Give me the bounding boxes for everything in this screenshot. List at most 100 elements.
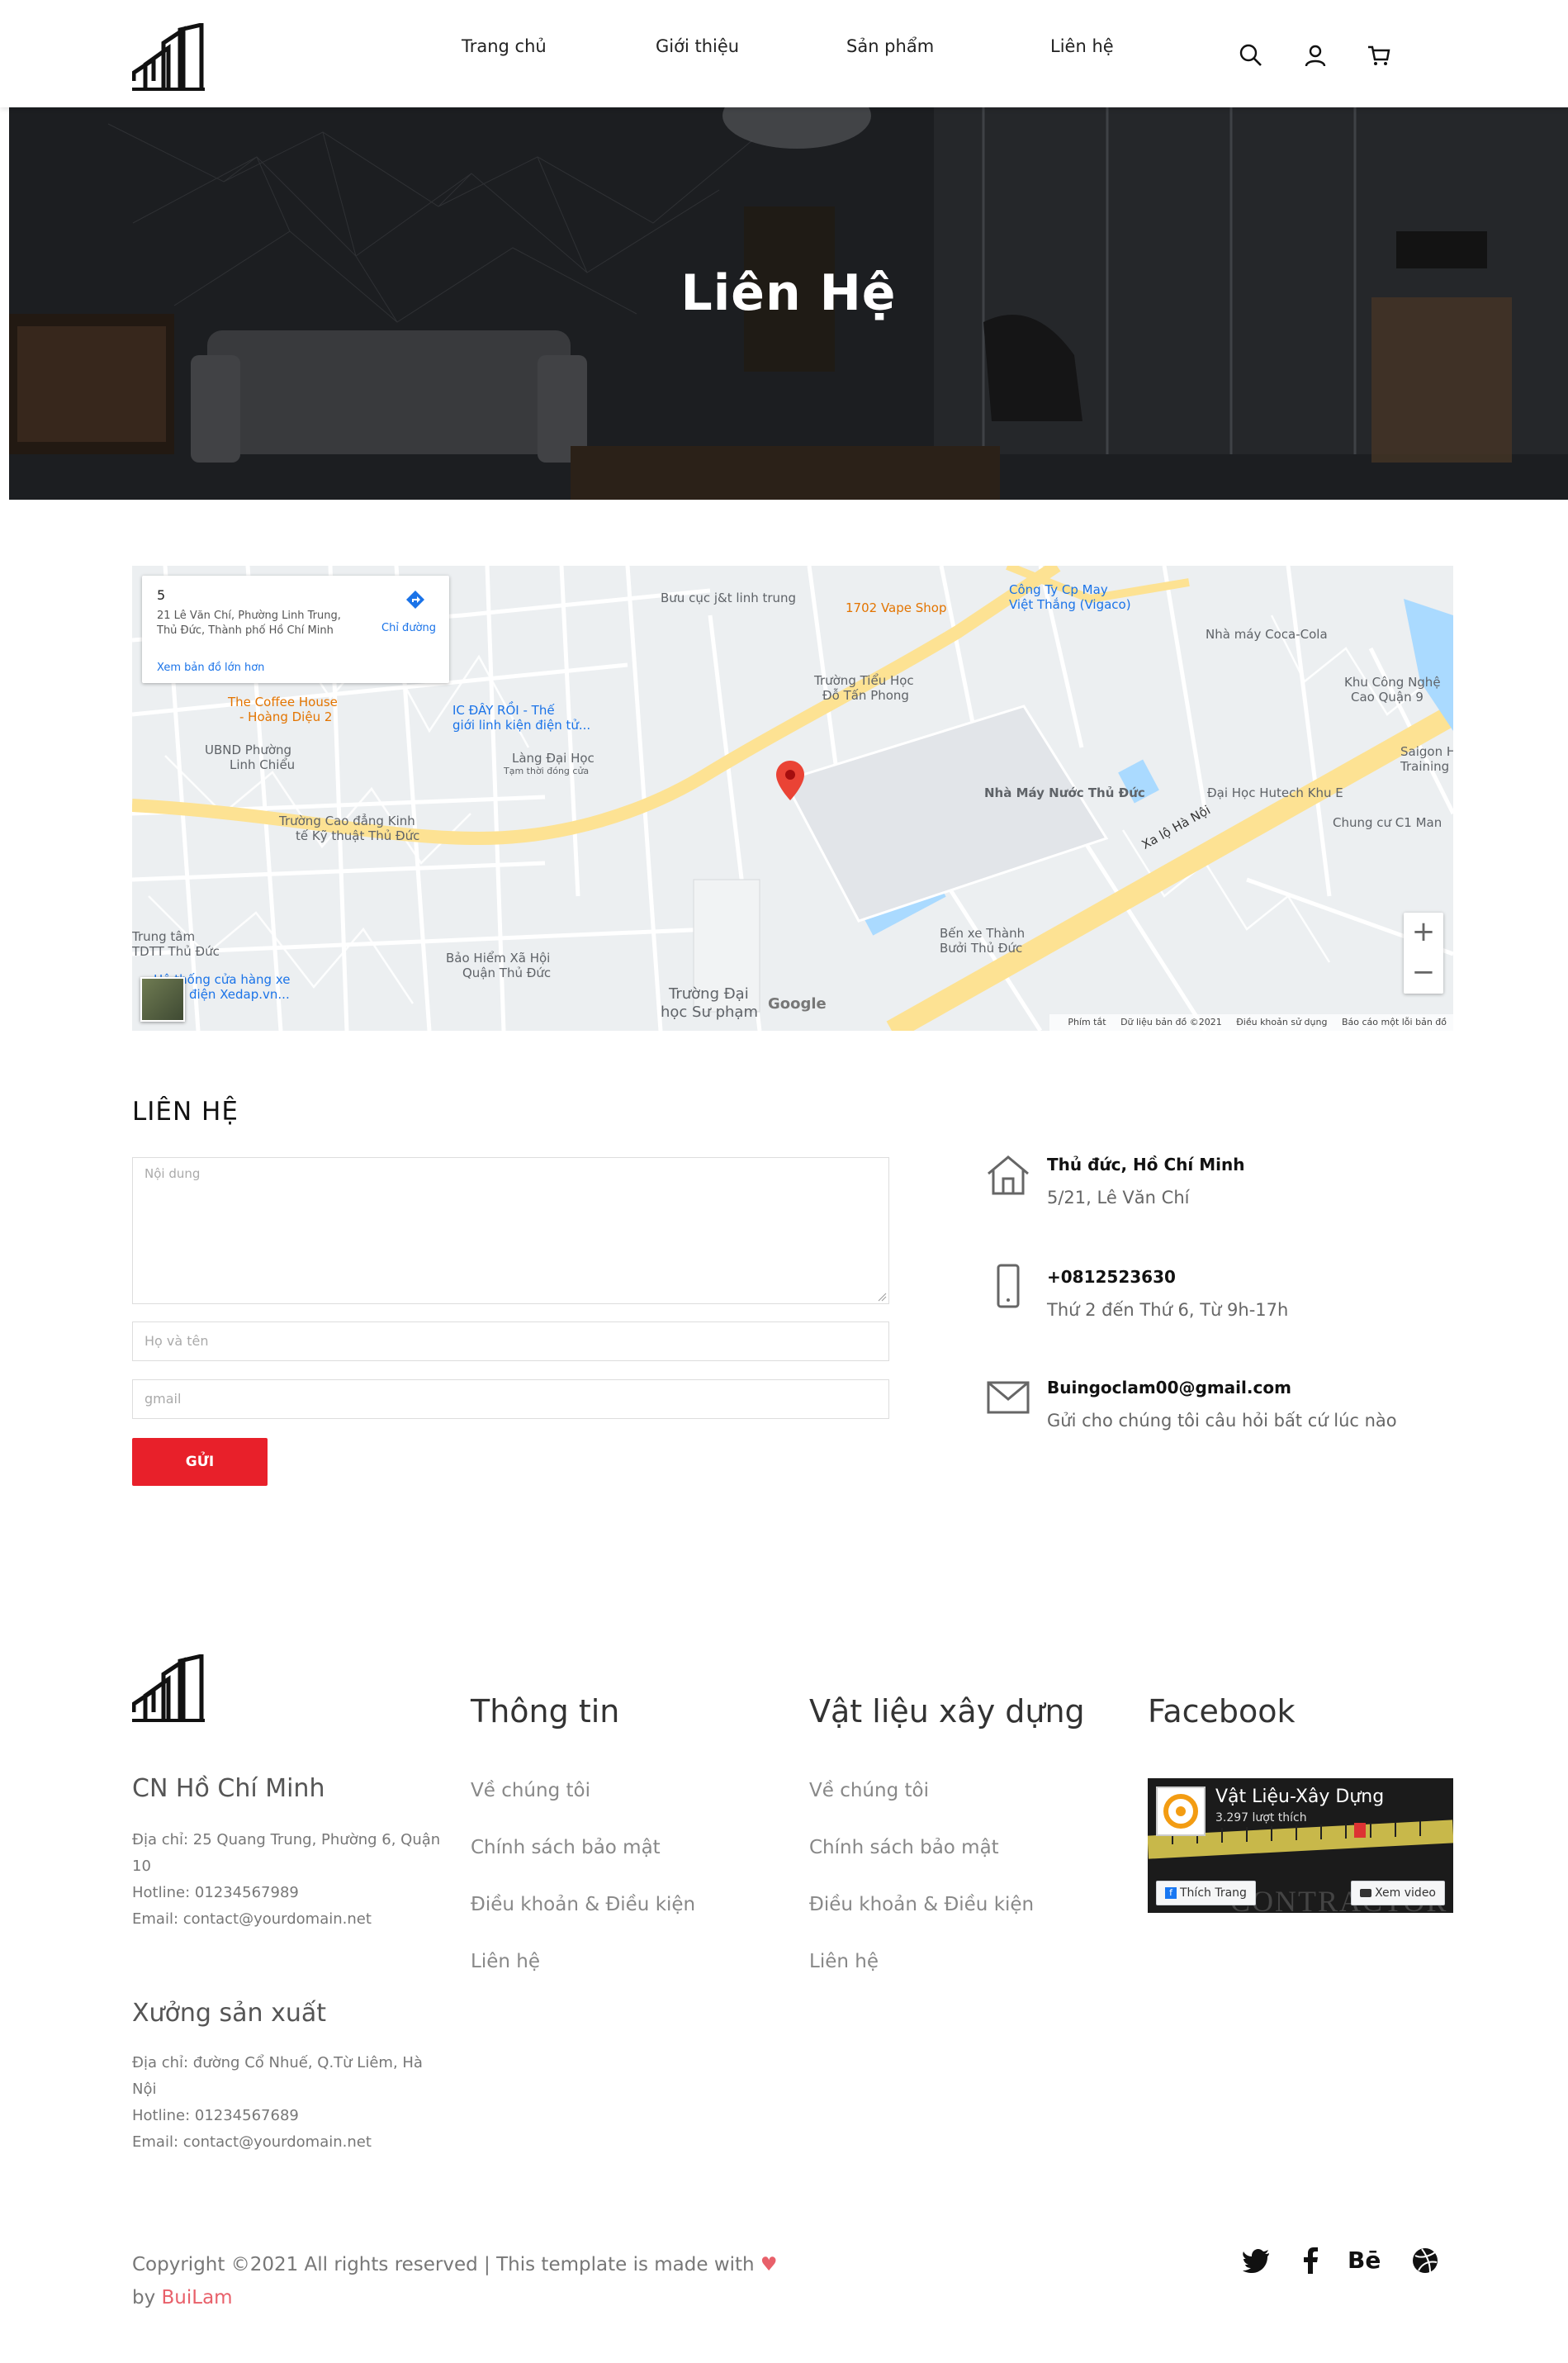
map-label: The Coffee House: [228, 695, 338, 709]
facebook-icon: f: [1165, 1887, 1177, 1899]
map-place-card: 5 21 Lê Văn Chí, Phường Linh Trung, Thủ …: [142, 576, 449, 683]
factory-email: Email: contact@yourdomain.net: [132, 2133, 372, 2151]
name-placeholder: Họ và tên: [144, 1333, 209, 1349]
map-label: IC ĐÂY RỒI - Thế: [452, 703, 555, 718]
map-label: Bưu cục j&t linh trung: [661, 591, 797, 605]
map-label: Nhà máy Coca-Cola: [1206, 627, 1328, 642]
dribbble-icon[interactable]: [1410, 2246, 1440, 2275]
branch-hcm-hotline: Hotline: 01234567989: [132, 1884, 299, 1901]
map-label: Tạm thời đóng cửa: [504, 766, 590, 776]
footer-logo-icon[interactable]: [132, 1654, 205, 1722]
map-label: Khu Công Nghệ: [1344, 675, 1441, 690]
phone-number[interactable]: +0812523630: [1047, 1267, 1176, 1287]
map-label: Trường Tiểu Học: [814, 673, 914, 688]
email-placeholder: gmail: [144, 1391, 182, 1407]
fb-watch-video-button[interactable]: Xem video: [1351, 1881, 1445, 1905]
nav-products[interactable]: Sản phẩm: [846, 36, 934, 56]
footer-link[interactable]: Chính sách bảo mật: [809, 1837, 999, 1858]
site-header: Trang chủ Giới thiệu Sản phẩm Liên hệ: [0, 0, 1568, 107]
copyright: Copyright ©2021 All rights reserved | Th…: [132, 2248, 826, 2314]
report-error-link[interactable]: Báo cáo một lỗi bản đồ: [1342, 1017, 1447, 1027]
factory-hotline: Hotline: 01234567689: [132, 2107, 299, 2124]
satellite-toggle[interactable]: [140, 977, 185, 1022]
fb-like-label: Thích Trang: [1180, 1886, 1247, 1900]
cart-icon[interactable]: [1367, 43, 1391, 68]
heart-icon: ♥: [760, 2254, 778, 2275]
nav-contact[interactable]: Liên hệ: [1050, 36, 1114, 56]
phone-icon: [997, 1264, 1020, 1308]
footer-link[interactable]: Liên hệ: [809, 1951, 879, 1972]
user-icon[interactable]: [1303, 43, 1328, 68]
email-note: Gửi cho chúng tôi câu hỏi bất cứ lúc nào: [1047, 1411, 1397, 1431]
map-zoom-control: + −: [1404, 913, 1443, 994]
footer-link[interactable]: Về chúng tôi: [471, 1780, 590, 1801]
facebook-page-widget[interactable]: CONTRACTOR Vật Liệu-Xây Dựng 3.297 lượt …: [1148, 1778, 1453, 1913]
branch-hcm-address: Địa chỉ: 25 Quang Trung, Phường 6, Quận …: [132, 1831, 441, 1875]
map-label: Chung cư C1 Man: [1333, 815, 1442, 830]
map-label: Việt Thắng (Vigaco): [1009, 597, 1131, 612]
name-input[interactable]: Họ và tên: [132, 1321, 889, 1361]
map-label: Trường Đại: [669, 985, 749, 1003]
map-label: Đỗ Tấn Phong: [822, 688, 909, 703]
view-larger-map-link[interactable]: Xem bản đồ lớn hơn: [157, 662, 264, 674]
map-label: Bến xe Thành: [940, 926, 1026, 941]
branch-hcm-email: Email: contact@yourdomain.net: [132, 1910, 372, 1928]
map-label: giới linh kiện điện tử...: [452, 718, 591, 733]
terms-link[interactable]: Điều khoản sử dụng: [1236, 1017, 1327, 1027]
map-label: Saigon H: [1400, 744, 1453, 759]
directions-icon[interactable]: [405, 589, 426, 610]
branch-hcm-title: CN Hồ Chí Minh: [132, 1774, 325, 1803]
factory-address: Địa chỉ: đường Cổ Nhuế, Q.Từ Liêm, Hà Nộ…: [132, 2054, 423, 2098]
logo-icon[interactable]: [132, 23, 205, 91]
map-label: Nhà Máy Nước Thủ Đức: [984, 785, 1145, 800]
email-address[interactable]: Buingoclam00@gmail.com: [1047, 1378, 1291, 1397]
twitter-icon[interactable]: [1243, 2246, 1272, 2275]
zoom-out-button[interactable]: −: [1404, 953, 1443, 994]
resize-handle-icon[interactable]: [877, 1292, 887, 1302]
map-data-text: Dữ liệu bản đồ ©2021: [1120, 1017, 1222, 1027]
map-label: Bưởi Thủ Đức: [940, 941, 1023, 956]
home-icon: [988, 1155, 1029, 1195]
google-map[interactable]: 5 21 Lê Văn Chí, Phường Linh Trung, Thủ …: [132, 566, 1453, 1031]
nav-about[interactable]: Giới thiệu: [656, 36, 739, 56]
author-link[interactable]: BuiLam: [162, 2287, 233, 2308]
email-input[interactable]: gmail: [132, 1379, 889, 1419]
zoom-in-button[interactable]: +: [1404, 913, 1443, 953]
behance-icon[interactable]: Bē: [1348, 2246, 1384, 2275]
branch-hcm-info: Địa chỉ: 25 Quang Trung, Phường 6, Quận …: [132, 1827, 446, 1933]
map-label: học Sư phạm: [661, 1004, 758, 1021]
map-label: - Hoàng Diệu 2: [239, 709, 333, 724]
content-textarea[interactable]: Nội dung: [132, 1157, 889, 1304]
map-label: Trường Cao đẳng Kinh: [279, 814, 415, 828]
location-pin-icon[interactable]: [776, 761, 804, 800]
footer-facebook-title: Facebook: [1148, 1693, 1296, 1730]
map-label: Linh Chiểu: [230, 757, 296, 772]
fb-page-avatar[interactable]: [1156, 1786, 1206, 1836]
footer-link[interactable]: Điều khoản & Điều kiện: [471, 1894, 695, 1915]
map-label: Làng Đại Học: [512, 751, 595, 766]
footer-link[interactable]: Liên hệ: [471, 1951, 540, 1972]
copyright-by: by: [132, 2287, 156, 2308]
fb-avatar-logo-icon: [1163, 1794, 1198, 1829]
fb-video-label: Xem video: [1375, 1886, 1436, 1900]
nav-home[interactable]: Trang chủ: [462, 36, 547, 56]
search-icon[interactable]: [1239, 43, 1263, 68]
hero-banner: Liên Hệ: [9, 107, 1568, 500]
map-label: UBND Phường: [205, 743, 292, 757]
directions-link[interactable]: Chỉ đường: [381, 622, 436, 634]
footer-link[interactable]: Điều khoản & Điều kiện: [809, 1894, 1034, 1915]
facebook-icon[interactable]: [1296, 2246, 1326, 2275]
footer-link[interactable]: Chính sách bảo mật: [471, 1837, 661, 1858]
fb-like-page-button[interactable]: f Thích Trang: [1156, 1881, 1256, 1905]
fb-page-name[interactable]: Vật Liệu-Xây Dựng: [1215, 1786, 1384, 1807]
map-label: Công Ty Cp May: [1009, 582, 1108, 597]
factory-info: Địa chỉ: đường Cổ Nhuế, Q.Từ Liêm, Hà Nộ…: [132, 2050, 446, 2156]
footer-info-title: Thông tin: [471, 1693, 620, 1730]
keyboard-shortcuts-link[interactable]: Phím tắt: [1068, 1017, 1106, 1027]
map-label: 1702 Vape Shop: [846, 600, 947, 615]
send-button[interactable]: GỬI: [132, 1438, 268, 1486]
working-hours: Thứ 2 đến Thứ 6, Từ 9h-17h: [1047, 1300, 1289, 1320]
contact-heading: LIÊN HỆ: [132, 1097, 239, 1127]
fb-likes-count: 3.297 lượt thích: [1215, 1811, 1307, 1824]
footer-link[interactable]: Về chúng tôi: [809, 1780, 929, 1801]
